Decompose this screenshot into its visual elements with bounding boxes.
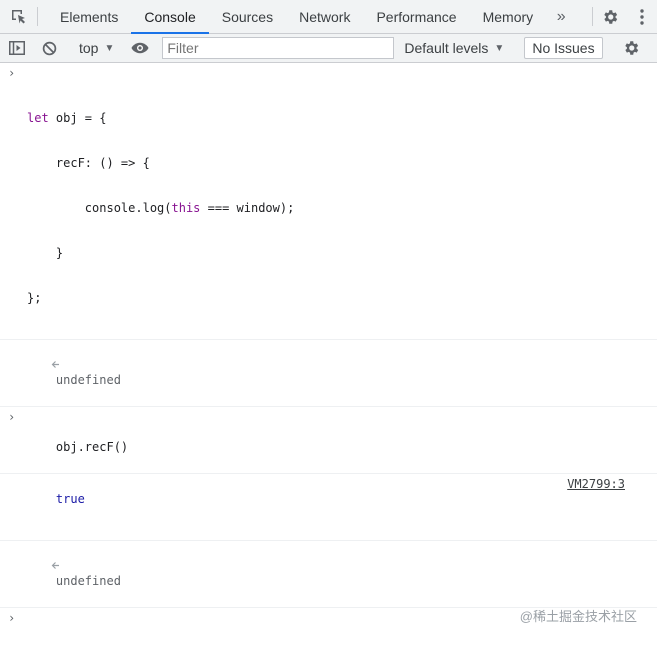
settings-button[interactable]	[593, 0, 627, 33]
code-line: obj.recF()	[55, 440, 129, 454]
source-link[interactable]: VM2799:3	[567, 477, 625, 492]
input-chevron-icon: ›	[8, 66, 16, 80]
code-line: }	[27, 246, 64, 260]
code-keyword: let	[27, 111, 49, 125]
console-result-message[interactable]: undefined	[0, 541, 657, 608]
code-text: console.log(	[27, 201, 172, 215]
caret-down-icon: ▼	[494, 42, 505, 54]
clear-console-button[interactable]	[34, 34, 64, 62]
devtools-tab-bar: Elements Console Sources Network Perform…	[0, 0, 657, 34]
filter-input[interactable]	[162, 37, 395, 59]
log-levels-label: Default levels	[404, 40, 489, 56]
caret-down-icon: ▼	[104, 42, 115, 54]
code-text: === window);	[200, 201, 295, 215]
prompt-chevron-icon: ›	[8, 611, 16, 625]
kebab-menu-icon	[640, 8, 644, 25]
watermark: @稀土掘金技术社区	[519, 609, 637, 624]
issues-button[interactable]: No Issues	[524, 37, 603, 59]
console-input-message[interactable]: › obj.recF()	[0, 407, 657, 474]
result-value: undefined	[55, 574, 121, 588]
context-label: top	[79, 40, 99, 56]
code-line: recF: () => {	[27, 156, 150, 170]
live-expression-button[interactable]	[123, 34, 157, 62]
log-value: true	[55, 492, 85, 506]
more-options-button[interactable]	[627, 0, 657, 33]
tab-sources[interactable]: Sources	[209, 0, 286, 33]
sidebar-toggle-icon	[9, 41, 25, 55]
console-result-message[interactable]: undefined	[0, 340, 657, 407]
inspect-element-icon	[11, 9, 25, 23]
tab-performance[interactable]: Performance	[363, 0, 469, 33]
input-chevron-icon: ›	[8, 410, 16, 424]
eye-icon	[131, 42, 149, 54]
more-tabs-button[interactable]: »	[546, 0, 576, 33]
result-arrow-icon	[8, 343, 60, 388]
context-selector[interactable]: top ▼	[71, 34, 122, 62]
tab-elements[interactable]: Elements	[47, 0, 131, 33]
code-text: obj = {	[48, 111, 107, 125]
inspect-element-button[interactable]	[0, 0, 37, 33]
console-log-message[interactable]: true VM2799:3	[0, 474, 657, 541]
code-keyword: this	[171, 201, 201, 215]
console-input-message[interactable]: › let obj = { recF: () => { console.log(…	[0, 63, 657, 340]
console-toolbar: top ▼ Default levels ▼ No Issues	[0, 34, 657, 63]
tab-memory[interactable]: Memory	[470, 0, 547, 33]
result-value: undefined	[55, 373, 121, 387]
console-messages[interactable]: › let obj = { recF: () => { console.log(…	[0, 63, 657, 659]
console-settings-button[interactable]	[614, 34, 648, 62]
show-sidebar-button[interactable]	[0, 34, 34, 62]
code-line: };	[27, 291, 42, 305]
clear-console-icon	[42, 41, 56, 55]
tab-network[interactable]: Network	[286, 0, 363, 33]
log-levels-dropdown[interactable]: Default levels ▼	[404, 40, 504, 56]
gear-icon	[624, 41, 638, 55]
gear-icon	[604, 9, 618, 24]
tab-console[interactable]: Console	[131, 0, 210, 34]
result-arrow-icon	[8, 544, 60, 589]
